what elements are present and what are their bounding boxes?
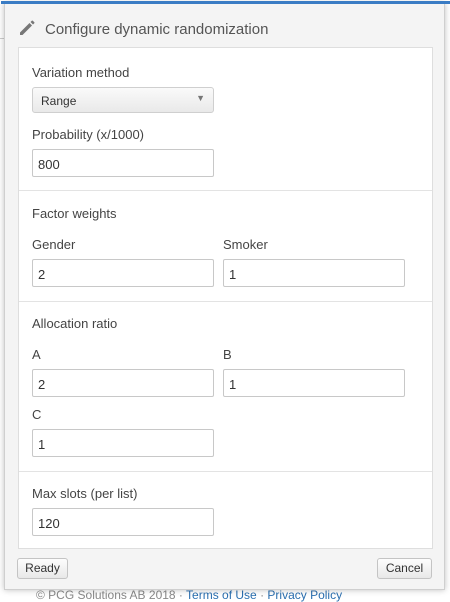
dropdown-arrow-icon: ▼ [196,93,205,103]
max-slots-label: Max slots (per list) [32,486,138,501]
smoker-label: Smoker [223,237,268,252]
allocation-ratio-heading: Allocation ratio [32,316,118,331]
max-slots-section: Max slots (per list) 120 [19,472,432,550]
arm-a-label: A [32,347,41,362]
footer-copyright: © PCG Solutions AB 2018 · [36,588,187,602]
arm-c-label: C [32,407,42,422]
factor-weights-heading: Factor weights [32,206,117,221]
gender-weight-input[interactable]: 2 [32,259,214,287]
variation-method-select[interactable]: Range ▼ [32,87,214,113]
background-footer: © PCG Solutions AB 2018 · Terms of Use ·… [36,588,342,602]
arm-a-input[interactable]: 2 [32,369,214,397]
factor-weights-section: Factor weights Gender 2 Smoker 1 [19,191,432,302]
arm-b-label: B [223,347,232,362]
footer-separator: · [256,588,268,602]
variation-method-label: Variation method [32,65,130,80]
dialog-body: Variation method Range ▼ Probability (x/… [18,47,433,549]
pencil-icon [17,18,37,38]
dialog-title: Configure dynamic randomization [45,21,269,38]
smoker-weight-input[interactable]: 1 [223,259,405,287]
dialog-header: Configure dynamic randomization [5,4,444,48]
probability-input[interactable]: 800 [32,149,214,177]
cancel-button[interactable]: Cancel [377,558,432,579]
arm-b-input[interactable]: 1 [223,369,405,397]
terms-link[interactable]: Terms of Use [186,588,257,602]
probability-label: Probability (x/1000) [32,127,144,142]
randomization-dialog: Configure dynamic randomization Variatio… [1,1,450,590]
privacy-link[interactable]: Privacy Policy [267,588,342,602]
gender-label: Gender [32,237,76,252]
max-slots-input[interactable]: 120 [32,508,214,536]
ready-button[interactable]: Ready [17,558,68,579]
method-section: Variation method Range ▼ Probability (x/… [19,48,432,191]
allocation-ratio-section: Allocation ratio A 2 B 1 C 1 [19,302,432,472]
arm-c-input[interactable]: 1 [32,429,214,457]
variation-method-value: Range [41,94,77,108]
